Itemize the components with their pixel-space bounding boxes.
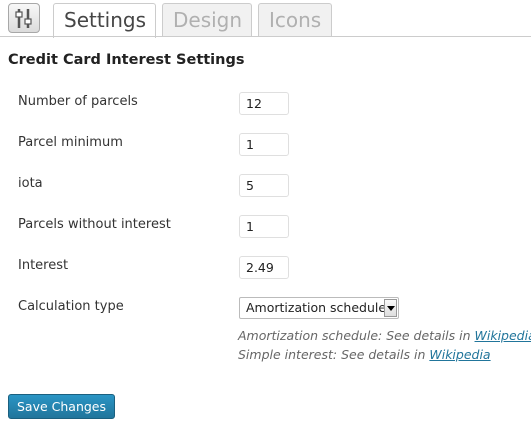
interest-input[interactable]	[239, 256, 289, 279]
parcels-without-interest-label: Parcels without interest	[18, 217, 171, 232]
tab-design[interactable]: Design	[162, 3, 252, 37]
calculation-type-label: Calculation type	[18, 299, 124, 314]
tab-settings[interactable]: Settings	[53, 3, 156, 38]
amortization-description: Amortization schedule: See details in Wi…	[238, 328, 531, 344]
number-of-parcels-input[interactable]	[239, 92, 289, 115]
amortization-description-text: Amortization schedule: See details in	[238, 328, 475, 343]
amortization-wikipedia-link[interactable]: Wikipedia	[475, 328, 531, 343]
tab-icons[interactable]: Icons	[258, 3, 332, 37]
tab-bar: Settings Design Icons	[0, 0, 531, 38]
number-of-parcels-label: Number of parcels	[18, 94, 138, 109]
parcel-minimum-input[interactable]	[239, 133, 289, 156]
calculation-type-selected: Amortization schedule	[246, 300, 387, 315]
tab-divider	[0, 36, 531, 37]
simple-interest-description-text: Simple interest: See details in	[238, 347, 430, 362]
dropdown-arrow-icon[interactable]	[384, 299, 397, 317]
page-title: Credit Card Interest Settings	[8, 52, 245, 68]
calculation-type-select[interactable]: Amortization schedule	[239, 297, 399, 319]
parcel-minimum-label: Parcel minimum	[18, 135, 123, 150]
parcels-without-interest-input[interactable]	[239, 215, 289, 238]
iota-input[interactable]	[239, 174, 289, 197]
simple-interest-description: Simple interest: See details in Wikipedi…	[238, 347, 491, 363]
simple-interest-wikipedia-link[interactable]: Wikipedia	[429, 347, 490, 362]
save-changes-button[interactable]: Save Changes	[8, 394, 115, 419]
iota-label: iota	[18, 176, 43, 191]
settings-sliders-icon	[8, 3, 40, 33]
interest-label: Interest	[18, 258, 69, 273]
